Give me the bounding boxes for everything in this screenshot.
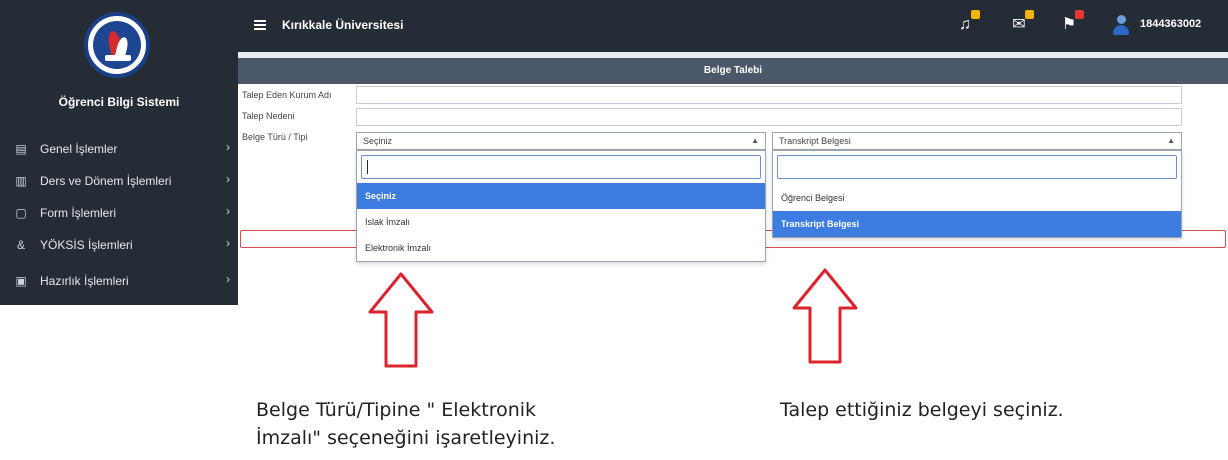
mail-badge (1025, 10, 1034, 19)
chevron-right-icon: › (226, 172, 230, 186)
doc-type-search-input[interactable] (361, 155, 761, 179)
bell-icon[interactable]: ♫ (954, 10, 980, 36)
document-option[interactable]: Transkript Belgesi (773, 211, 1181, 237)
chevron-right-icon: › (226, 236, 230, 250)
link-icon: & (16, 238, 25, 252)
screenshot-stage: Öğrenci Bilgi Sistemi ▤ Genel İşlemler ›… (0, 0, 1228, 460)
up-arrow-icon (792, 268, 858, 364)
left-instruction: Belge Türü/Tipine " Elektronik İmzalı" s… (256, 399, 556, 449)
mail-icon[interactable]: ✉ (1008, 10, 1034, 36)
institution-label: Talep Eden Kurum Adı (242, 90, 332, 100)
doc-type-dropdown: Seçiniz Islak İmzalı Elektronik İmzalı (356, 150, 766, 262)
top-bar: Kırıkkale Üniversitesi ♫ ✉ ⚑ 1844363002 (238, 0, 1228, 52)
sidebar: Öğrenci Bilgi Sistemi ▤ Genel İşlemler ›… (0, 0, 238, 305)
sidebar-item-hazirlik[interactable]: ▣ Hazırlık İşlemleri › (0, 266, 238, 296)
doc-type-select[interactable]: Seçiniz ▲ (356, 132, 766, 150)
hamburger-menu-icon[interactable] (254, 20, 266, 30)
prep-icon: ▣ (15, 274, 27, 288)
book-icon: ▥ (15, 174, 27, 188)
up-arrow-icon (368, 272, 434, 368)
card-icon: ▤ (15, 142, 27, 156)
caret-up-icon: ▲ (1167, 136, 1175, 145)
document-search-input[interactable] (777, 155, 1177, 179)
sidebar-item-form-islemleri[interactable]: ▢ Form İşlemleri › (0, 198, 238, 228)
document-option[interactable]: Öğrenci Belgesi (773, 185, 1181, 211)
chevron-right-icon: › (226, 272, 230, 286)
reason-input[interactable] (356, 108, 1182, 126)
doc-type-option[interactable]: Seçiniz (357, 183, 765, 209)
document-select[interactable]: Transkript Belgesi ▲ (772, 132, 1182, 150)
chevron-right-icon: › (226, 140, 230, 154)
user-id[interactable]: 1844363002 (1140, 18, 1201, 30)
system-title: Öğrenci Bilgi Sistemi (58, 95, 180, 109)
caret-up-icon: ▲ (751, 136, 759, 145)
panel-title: Belge Talebi (238, 58, 1228, 84)
user-avatar-icon[interactable] (1110, 14, 1132, 36)
sidebar-item-yoksis[interactable]: & YÖKSİS İşlemleri › (0, 230, 238, 260)
doc-type-label: Belge Türü / Tipi (242, 132, 308, 142)
document-dropdown: Öğrenci Belgesi Transkript Belgesi (772, 150, 1182, 238)
institution-input[interactable] (356, 86, 1182, 104)
flag-icon[interactable]: ⚑ (1058, 10, 1084, 36)
bell-badge (971, 10, 980, 19)
doc-type-option[interactable]: Elektronik İmzalı (357, 235, 765, 261)
reason-label: Talep Nedeni (242, 111, 295, 121)
doc-type-option[interactable]: Islak İmzalı (357, 209, 765, 235)
flag-badge (1075, 10, 1084, 19)
chevron-right-icon: › (226, 204, 230, 218)
university-logo[interactable] (84, 12, 150, 78)
content-area: Belge Talebi Talep Eden Kurum Adı Talep … (238, 52, 1228, 305)
sidebar-item-ders-donem[interactable]: ▥ Ders ve Dönem İşlemleri › (0, 166, 238, 196)
form-icon: ▢ (15, 206, 27, 220)
right-instruction: Talep ettiğiniz belgeyi seçiniz. (780, 399, 1064, 421)
brand-title: Kırıkkale Üniversitesi (282, 18, 404, 32)
sidebar-item-genel-islemler[interactable]: ▤ Genel İşlemler › (0, 134, 238, 164)
